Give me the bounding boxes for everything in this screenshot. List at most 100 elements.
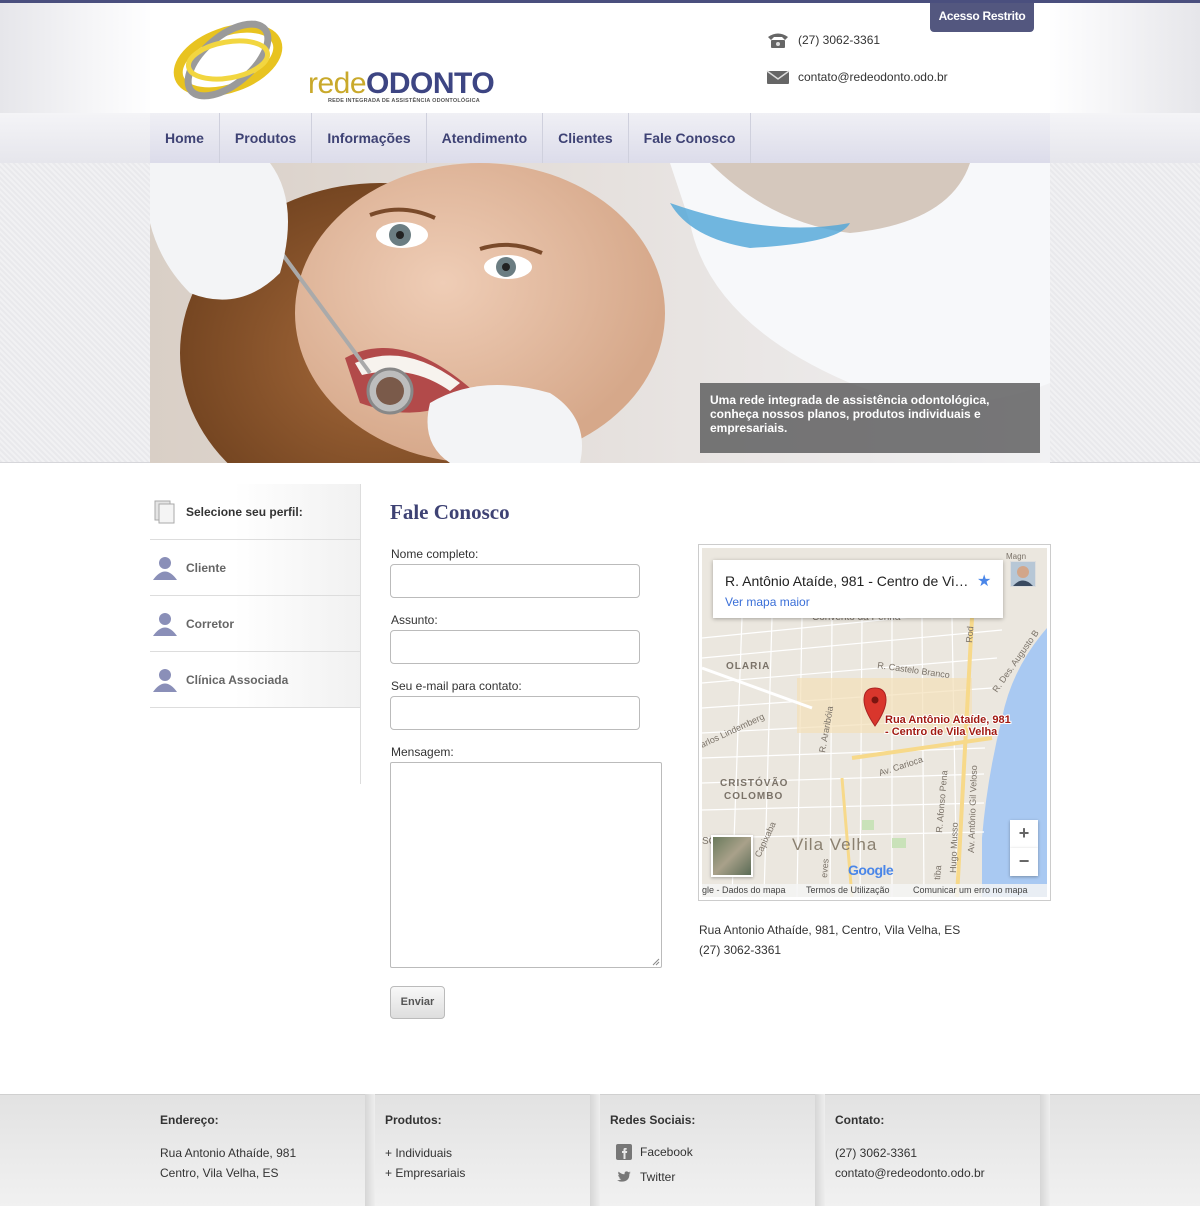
sidebar-item-label: Clínica Associada	[186, 672, 289, 687]
twitter-icon	[617, 1171, 631, 1182]
map-embed[interactable]: OLARIA CRISTÓVÃO COLOMBO R. Castelo Bran…	[698, 544, 1051, 901]
profile-photo-icon	[1011, 562, 1035, 586]
message-label: Mensagem:	[391, 745, 454, 759]
email-label: Seu e-mail para contato:	[391, 679, 522, 693]
footer-link-empresariais[interactable]: + Empresariais	[385, 1166, 465, 1180]
sidebar-item-corretor[interactable]: Corretor	[150, 596, 360, 652]
map-label-tiba: tiba	[932, 865, 943, 880]
sidebar-item-label: Cliente	[186, 560, 227, 575]
phone-icon	[768, 33, 788, 48]
map-info-card: R. Antônio Ataíde, 981 - Centro de Vi… V…	[713, 560, 1003, 618]
header-phone-text: (27) 3062-3361	[798, 33, 881, 47]
map-zoom-in-button[interactable]: +	[1010, 820, 1038, 848]
logo-tagline: REDE INTEGRADA DE ASSISTÊNCIA ODONTOLÓGI…	[328, 98, 480, 104]
header-email[interactable]: contato@redeodonto.odo.br	[766, 67, 948, 87]
header-email-text: contato@redeodonto.odo.br	[798, 70, 948, 84]
map-pin-label-1: Rua Antônio Ataíde, 981	[885, 714, 1011, 726]
map-label-magn: Magn	[1006, 552, 1026, 561]
map-canvas[interactable]: OLARIA CRISTÓVÃO COLOMBO R. Castelo Bran…	[702, 548, 1047, 897]
avatar[interactable]	[1010, 561, 1036, 587]
footer-contact-email[interactable]: contato@redeodonto.odo.br	[835, 1166, 985, 1180]
subject-label: Assunto:	[391, 613, 438, 627]
footer-divider	[815, 1094, 825, 1206]
sidebar-heading-text: Selecione seu perfil:	[186, 504, 303, 519]
footer-address-column: Endereço: Rua Antonio Athaíde, 981 Centr…	[150, 1094, 365, 1206]
nav-item-informacoes[interactable]: Informações	[312, 113, 427, 163]
hero-banner: Uma rede integrada de assistência odonto…	[150, 163, 1050, 463]
footer-divider	[365, 1094, 375, 1206]
map-label-vila-velha: Vila Velha	[792, 835, 877, 854]
map-data-link[interactable]: gle - Dados do mapa	[702, 884, 786, 897]
name-input[interactable]	[390, 564, 640, 598]
site-logo[interactable]: redeODONTO REDE INTEGRADA DE ASSISTÊNCIA…	[170, 17, 495, 104]
footer-link-twitter[interactable]: Twitter	[616, 1169, 675, 1185]
header-phone: (27) 3062-3361	[766, 30, 880, 50]
logo-rings-icon	[173, 20, 283, 100]
sidebar-item-clinica-associada[interactable]: Clínica Associada	[150, 652, 360, 708]
sidebar-item-cliente[interactable]: Cliente	[150, 540, 360, 596]
logo-rede-text: rede	[308, 67, 367, 100]
resize-handle-icon[interactable]	[652, 958, 660, 966]
name-label: Nome completo:	[391, 547, 479, 561]
map-terms-link[interactable]: Termos de Utilização	[806, 884, 890, 897]
satellite-toggle[interactable]	[711, 835, 753, 877]
user-icon	[153, 668, 177, 692]
footer-products-column: Produtos: + Individuais + Empresariais	[375, 1094, 590, 1206]
map-label-eves: eves	[819, 858, 831, 878]
nav-item-fale-conosco[interactable]: Fale Conosco	[629, 113, 752, 163]
map-label-olaria: OLARIA	[726, 661, 770, 672]
page-title: Fale Conosco	[390, 500, 510, 524]
nav-item-home[interactable]: Home	[150, 113, 220, 163]
view-larger-map-link[interactable]: Ver mapa maior	[725, 595, 810, 609]
map-pin-label-2: - Centro de Vila Velha	[885, 726, 998, 738]
footer-contact-column: Contato: (27) 3062-3361 contato@redeodon…	[825, 1094, 1040, 1206]
footer-link-individuais[interactable]: + Individuais	[385, 1146, 452, 1160]
envelope-icon	[766, 70, 790, 84]
map-label-rod: Rod	[964, 626, 975, 643]
nav-item-clientes[interactable]: Clientes	[543, 113, 629, 163]
footer-contact-phone: (27) 3062-3361	[835, 1146, 918, 1160]
restricted-access-button[interactable]: Acesso Restrito	[930, 3, 1034, 32]
footer-contact-title: Contato:	[835, 1113, 885, 1127]
documents-icon	[154, 500, 175, 523]
footer-divider	[1040, 1094, 1050, 1206]
map-attribution-bar: gle - Dados do mapa Termos de Utilização…	[702, 884, 1047, 897]
email-input[interactable]	[390, 696, 640, 730]
footer-link-facebook[interactable]: Facebook	[616, 1144, 693, 1160]
send-button[interactable]: Enviar	[390, 986, 445, 1019]
user-icon	[153, 612, 177, 636]
save-star-icon[interactable]: ★	[977, 571, 991, 591]
footer-products-title: Produtos:	[385, 1113, 442, 1127]
facebook-icon	[616, 1144, 632, 1160]
message-textarea[interactable]	[390, 762, 662, 968]
address-text: Rua Antonio Athaíde, 981, Centro, Vila V…	[699, 923, 961, 937]
footer-address-line: Centro, Vila Velha, ES	[160, 1166, 279, 1180]
footer-address-line: Rua Antonio Athaíde, 981	[160, 1146, 297, 1160]
logo-wordmark: redeODONTO	[308, 67, 495, 100]
nav-item-produtos[interactable]: Produtos	[220, 113, 313, 163]
google-logo: Google	[848, 862, 894, 878]
footer-social-column: Redes Sociais: Facebook Twitter	[600, 1094, 815, 1206]
sidebar-item-label: Corretor	[186, 616, 235, 631]
hero-caption: Uma rede integrada de assistência odonto…	[700, 383, 1040, 453]
main-nav: Home Produtos Informações Atendimento Cl…	[150, 113, 1050, 163]
footer-social-title: Redes Sociais:	[610, 1113, 696, 1127]
user-icon	[153, 556, 177, 580]
site-header: redeODONTO REDE INTEGRADA DE ASSISTÊNCIA…	[150, 3, 1050, 113]
address-phone: (27) 3062-3361	[699, 943, 782, 957]
map-report-link[interactable]: Comunicar um erro no mapa	[913, 884, 1028, 897]
profile-sidebar: Selecione seu perfil: Cliente Corretor C…	[150, 484, 361, 784]
map-label-hugo: Hugo Musso	[948, 822, 960, 873]
map-zoom-out-button[interactable]: −	[1010, 848, 1038, 876]
footer-divider	[590, 1094, 600, 1206]
map-label-cristovao: CRISTÓVÃO	[720, 776, 788, 789]
map-label-colombo: COLOMBO	[724, 791, 783, 802]
sidebar-heading: Selecione seu perfil:	[150, 484, 360, 540]
map-card-title: R. Antônio Ataíde, 981 - Centro de Vi…	[725, 573, 969, 589]
logo-odonto-text: ODONTO	[366, 67, 495, 100]
twitter-label: Twitter	[640, 1170, 676, 1184]
footer-address-title: Endereço:	[160, 1113, 219, 1127]
subject-input[interactable]	[390, 630, 640, 664]
facebook-label: Facebook	[640, 1145, 693, 1159]
nav-item-atendimento[interactable]: Atendimento	[427, 113, 544, 163]
